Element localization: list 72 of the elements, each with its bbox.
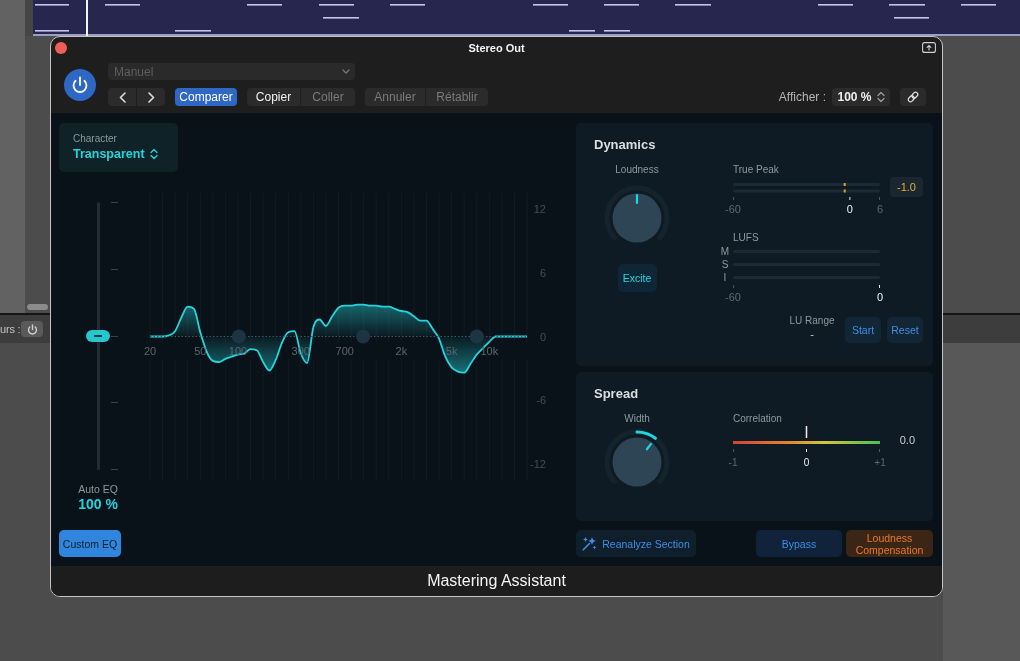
chevron-down-icon (342, 69, 350, 74)
start-button[interactable]: Start (845, 317, 881, 343)
gain-label: -12 (530, 458, 546, 470)
scrollbar-thumb[interactable] (27, 303, 48, 310)
reset-button[interactable]: Reset (887, 317, 923, 343)
channel-label: I (722, 271, 728, 284)
link-button[interactable] (900, 88, 926, 106)
scale-label: -1 (728, 457, 738, 468)
copy-button[interactable]: Copier (247, 88, 300, 106)
band-handle[interactable] (356, 329, 371, 344)
plugin-name: Mastering Assistant (427, 572, 566, 590)
meter-label: Correlation (732, 412, 783, 426)
range-value: - (810, 328, 814, 341)
scale-label: 6 (876, 203, 884, 215)
auto-eq-slider[interactable] (86, 202, 110, 470)
knob-label: Width (624, 412, 650, 426)
frequency-label: 100 (228, 344, 248, 357)
power-icon (26, 323, 38, 335)
gain-label: 12 (533, 203, 546, 215)
updown-chevron-icon (876, 91, 885, 103)
previous-button[interactable] (108, 88, 136, 106)
slider-thumb[interactable] (86, 330, 110, 342)
panel-title: Dynamics (594, 136, 657, 154)
power-button[interactable] (64, 68, 96, 101)
panel-title: Spread (594, 385, 640, 403)
custom-eq-button[interactable]: Custom EQ (59, 530, 121, 557)
scale-label: 0 (876, 291, 884, 303)
channel-label: S (720, 258, 730, 271)
compare-button[interactable]: Comparer (175, 88, 237, 106)
meter-label: LUFS (732, 231, 760, 245)
ceiling-value-field[interactable]: -1.0 (890, 177, 923, 197)
character-selector[interactable]: Character Transparent (59, 123, 178, 172)
chevron-left-icon (118, 91, 126, 103)
meter-label: True Peak (732, 163, 780, 177)
chevron-right-icon (147, 91, 155, 103)
selector-label: Character (73, 132, 118, 145)
scale-label: +1 (874, 457, 886, 468)
frequency-label: 50 (194, 344, 207, 357)
scale-label: 0 (803, 457, 810, 468)
window-title: Stereo Out (468, 41, 525, 54)
field-label: urs : (0, 323, 21, 335)
zoom-label: Afficher : (778, 90, 826, 104)
selector-value: Transparent (73, 146, 145, 162)
power-icon (71, 75, 89, 94)
channel-label: M (719, 245, 731, 258)
correlation-value: 0.0 (898, 433, 916, 447)
sparkle-icon (582, 536, 598, 551)
frequency-label: 5k (445, 344, 458, 357)
range-label: LU Range (789, 314, 835, 328)
scale-label: 0 (846, 203, 853, 215)
loudness-compensation-button[interactable]: Loudness Compensation (846, 530, 933, 557)
updown-chevron-icon (149, 148, 158, 160)
frequency-label: 10k (480, 344, 499, 357)
knob-label: Loudness (615, 163, 659, 177)
next-button[interactable] (137, 88, 165, 106)
reanalyze-button[interactable]: Reanalyze Section (576, 530, 696, 557)
frequency-label: 20 (143, 344, 157, 357)
frequency-label: 700 (335, 344, 354, 357)
slider-value: 100 % (77, 496, 119, 512)
close-icon[interactable] (55, 41, 67, 54)
slider-label: Auto EQ (77, 482, 119, 496)
excite-button[interactable]: Excite (617, 264, 657, 292)
zoom-stepper[interactable]: 100 % (832, 88, 890, 106)
frequency-label: 2k (395, 344, 408, 357)
bypass-button[interactable]: Bypass (756, 530, 842, 557)
power-button[interactable] (21, 321, 44, 337)
zoom-value: 100 % (837, 90, 872, 104)
scale-label: -60 (725, 291, 741, 303)
band-handle[interactable] (231, 329, 246, 344)
scale-label: -60 (725, 203, 741, 215)
band-handle[interactable] (469, 329, 484, 344)
link-icon (907, 91, 919, 103)
